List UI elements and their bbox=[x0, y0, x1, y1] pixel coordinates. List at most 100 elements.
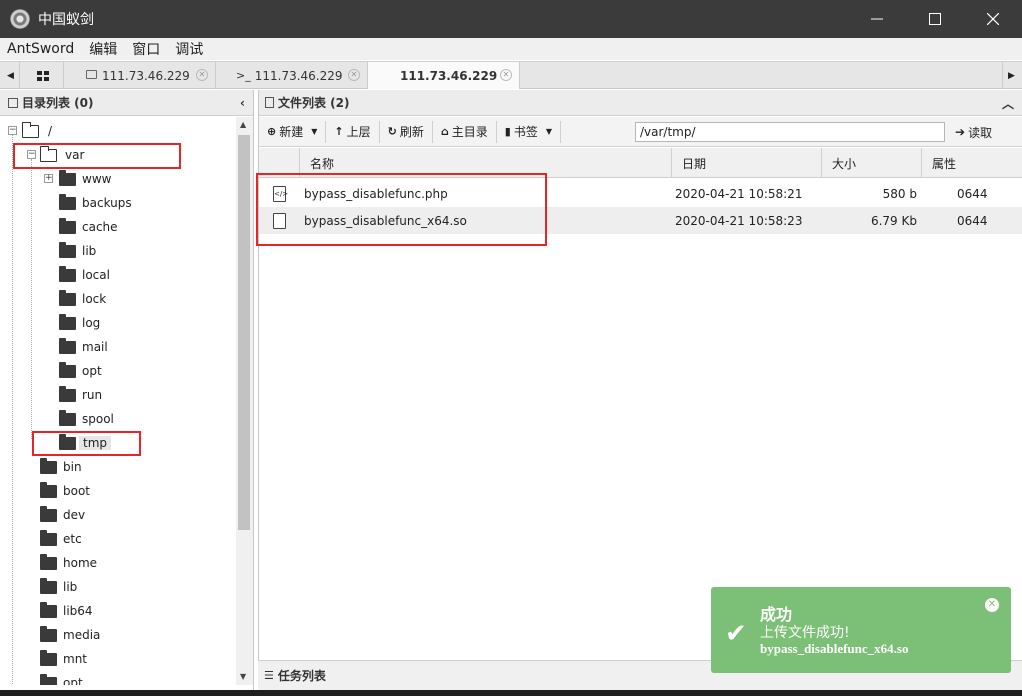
file-date: 2020-04-21 10:58:21 bbox=[675, 186, 803, 201]
tree-node-www[interactable]: www bbox=[59, 168, 111, 190]
bookmark-button[interactable]: ▮ 书签 ▼ bbox=[497, 120, 561, 143]
list-icon: ☰ bbox=[264, 669, 274, 682]
home-dir-button[interactable]: ⌂ 主目录 bbox=[433, 120, 497, 143]
collapse-left-icon[interactable]: ‹ bbox=[240, 96, 245, 110]
tree-node-mnt[interactable]: mnt bbox=[40, 648, 87, 670]
maximize-button[interactable] bbox=[906, 0, 964, 38]
tree-node-bin[interactable]: bin bbox=[40, 456, 82, 478]
tab-close-icon[interactable]: ✕ bbox=[348, 69, 360, 81]
tree-node-opt-root[interactable]: opt bbox=[40, 672, 83, 685]
tab-close-icon[interactable]: ✕ bbox=[196, 69, 208, 81]
tree-node-root[interactable]: / bbox=[22, 120, 52, 142]
read-label: 读取 bbox=[968, 125, 993, 140]
toast-filename: bypass_disablefunc_x64.so bbox=[760, 641, 909, 656]
bookmark-label: 书签 bbox=[513, 125, 538, 139]
annotation-box-var bbox=[13, 143, 181, 169]
scroll-up-arrow-icon[interactable]: ▲ bbox=[240, 120, 246, 129]
refresh-button[interactable]: ↻ 刷新 bbox=[380, 120, 433, 143]
tree-node-local[interactable]: local bbox=[59, 264, 110, 286]
file-outline-icon bbox=[265, 97, 274, 108]
toast-close-icon[interactable]: ✕ bbox=[985, 598, 999, 612]
folder-icon bbox=[40, 553, 57, 570]
menu-debug[interactable]: 调试 bbox=[168, 39, 211, 59]
annotation-box-tmp bbox=[32, 431, 141, 456]
tab-filemanager-1[interactable]: 111.73.46.229 ✕ bbox=[64, 62, 216, 89]
folder-icon bbox=[40, 625, 57, 642]
tree-node-run[interactable]: run bbox=[59, 384, 102, 406]
tree-label: lib64 bbox=[63, 604, 93, 618]
tree-node-lib[interactable]: lib bbox=[59, 240, 96, 262]
read-button[interactable]: ➔ 读取 bbox=[955, 121, 992, 143]
tab-scroll-left-button[interactable]: ◀ bbox=[2, 62, 20, 89]
minimize-button[interactable] bbox=[848, 0, 906, 38]
tab-home[interactable] bbox=[22, 62, 64, 89]
folder-icon bbox=[59, 169, 76, 186]
tree-node-log[interactable]: log bbox=[59, 312, 100, 334]
col-size[interactable]: 大小 bbox=[821, 148, 921, 178]
col-perm[interactable]: 属性 bbox=[921, 148, 1022, 178]
refresh-label: 刷新 bbox=[399, 125, 424, 139]
folder-icon bbox=[40, 577, 57, 594]
tree-node-spool[interactable]: spool bbox=[59, 408, 114, 430]
collapse-up-icon[interactable]: ︿ bbox=[1002, 95, 1014, 112]
tree-label: backups bbox=[82, 196, 132, 210]
tree-node-boot[interactable]: boot bbox=[40, 480, 90, 502]
path-input[interactable]: /var/tmp/ bbox=[635, 122, 945, 142]
folder-icon bbox=[59, 313, 76, 330]
up-button[interactable]: ↑ 上层 bbox=[326, 120, 380, 143]
new-button[interactable]: ⊕ 新建 ▼ bbox=[259, 120, 327, 143]
scroll-down-arrow-icon[interactable]: ▼ bbox=[240, 672, 246, 681]
tree-expand-www[interactable]: + bbox=[44, 174, 53, 183]
tab-label: 111.73.46.229 bbox=[102, 68, 190, 83]
menu-antsword[interactable]: AntSword bbox=[0, 41, 82, 57]
tree-node-mail[interactable]: mail bbox=[59, 336, 108, 358]
tree-node-dev[interactable]: dev bbox=[40, 504, 85, 526]
tab-close-icon[interactable]: ✕ bbox=[500, 69, 512, 81]
file-date: 2020-04-21 10:58:23 bbox=[675, 213, 803, 228]
folder-icon bbox=[40, 601, 57, 618]
terminal-icon: >_ bbox=[236, 69, 251, 82]
menu-window[interactable]: 窗口 bbox=[125, 39, 168, 59]
tree-label: run bbox=[82, 388, 103, 402]
tree-label: lock bbox=[82, 292, 107, 306]
folder-outline-icon bbox=[8, 97, 18, 108]
tab-terminal[interactable]: >_ 111.73.46.229 ✕ bbox=[216, 62, 368, 89]
close-icon bbox=[987, 13, 999, 25]
tree-node-lock[interactable]: lock bbox=[59, 288, 106, 310]
scrollbar-thumb[interactable] bbox=[238, 135, 250, 530]
tree-label: opt bbox=[82, 364, 102, 378]
title-bar: 中国蚁剑 bbox=[0, 0, 1022, 38]
tree-collapse-root[interactable]: − bbox=[8, 126, 17, 135]
file-size: 6.79 Kb bbox=[870, 213, 917, 228]
refresh-icon: ↻ bbox=[387, 125, 397, 138]
tree-label: bin bbox=[63, 460, 82, 474]
tree-node-lib64[interactable]: lib64 bbox=[40, 600, 93, 622]
bookmark-icon: ▮ bbox=[504, 125, 511, 138]
col-date[interactable]: 日期 bbox=[671, 148, 821, 178]
task-panel-title: 任务列表 bbox=[277, 669, 326, 683]
tree-node-opt[interactable]: opt bbox=[59, 360, 102, 382]
menu-edit[interactable]: 编辑 bbox=[82, 39, 125, 59]
tree-label: boot bbox=[63, 484, 91, 498]
file-size: 580 b bbox=[882, 186, 917, 201]
tree-label: local bbox=[82, 268, 110, 282]
tab-scroll-right-button[interactable]: ▶ bbox=[1002, 62, 1020, 89]
folder-icon bbox=[40, 481, 57, 498]
folder-icon bbox=[59, 241, 76, 258]
folder-icon bbox=[40, 529, 57, 546]
close-button[interactable] bbox=[964, 0, 1022, 38]
tree-node-media[interactable]: media bbox=[40, 624, 100, 646]
plus-circle-icon: ⊕ bbox=[267, 125, 277, 138]
tree-node-lib-root[interactable]: lib bbox=[40, 576, 77, 598]
tree-node-backups[interactable]: backups bbox=[59, 192, 132, 214]
folder-icon bbox=[59, 337, 76, 354]
directory-tree: − / − var + www backups cache lib local … bbox=[0, 117, 236, 685]
tree-node-home[interactable]: home bbox=[40, 552, 97, 574]
tree-node-cache[interactable]: cache bbox=[59, 216, 118, 238]
home-label: 主目录 bbox=[451, 125, 488, 139]
tree-scrollbar[interactable]: ▲ ▼ bbox=[236, 117, 253, 685]
tab-filemanager-active[interactable]: 111.73.46.229 ✕ bbox=[368, 62, 520, 89]
tree-node-etc[interactable]: etc bbox=[40, 528, 82, 550]
dropdown-caret-icon: ▼ bbox=[311, 127, 318, 136]
tree-label: etc bbox=[63, 532, 82, 546]
